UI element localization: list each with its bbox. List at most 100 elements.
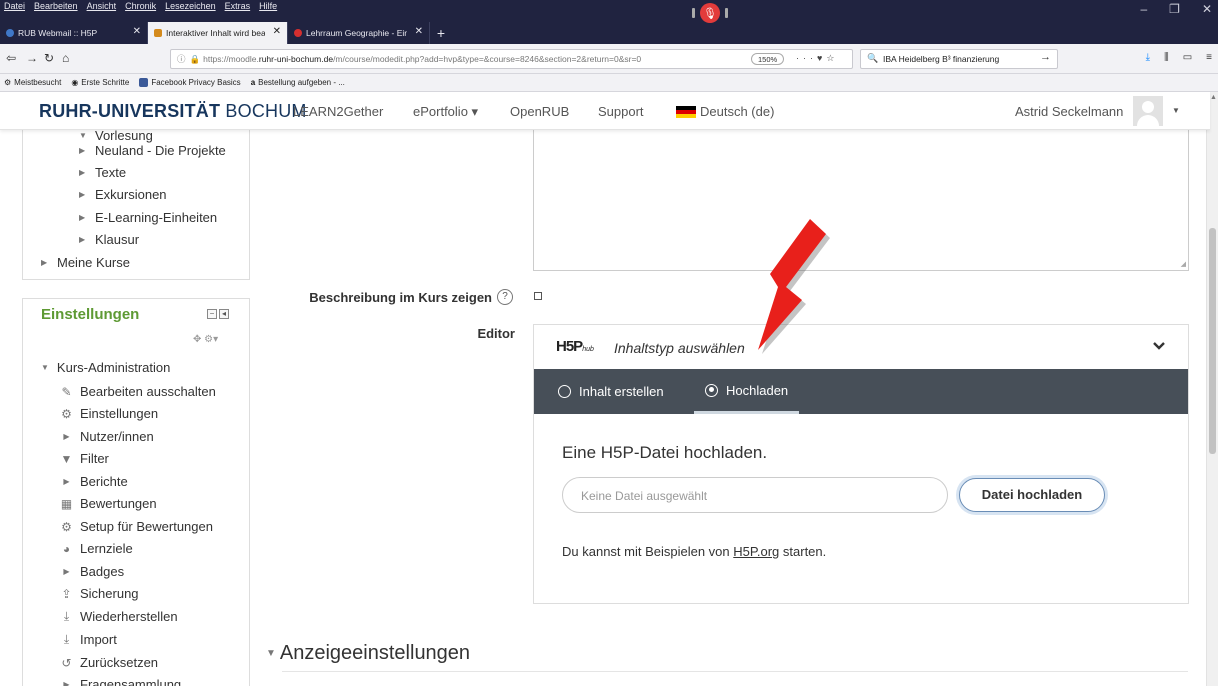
settings-item[interactable]: ▦ Bewertungen	[59, 496, 157, 511]
menu-edit[interactable]: Bearbeiten	[34, 1, 78, 15]
avatar[interactable]	[1133, 96, 1163, 126]
collapse-block-icon[interactable]: −	[207, 309, 217, 319]
tab-close-icon[interactable]: ✕	[415, 26, 423, 37]
settings-item-label: Wiederherstellen	[80, 609, 178, 624]
url-bar[interactable]: ⓘ 🔒 https://moodle. ruhr-uni-bochum.de /…	[170, 49, 853, 69]
page-scrollbar[interactable]: ▲	[1206, 92, 1218, 686]
tab-close-icon[interactable]: ✕	[133, 26, 141, 37]
info-icon[interactable]: ⓘ	[177, 53, 186, 65]
url-scheme: https://moodle.	[203, 54, 259, 64]
section-display-settings[interactable]: ▼ Anzeigeeinstellungen	[266, 642, 470, 665]
resize-grip-icon[interactable]: ◢	[1181, 260, 1186, 268]
close-window-icon[interactable]: ✕	[1202, 2, 1212, 16]
settings-item[interactable]: ⚙ Setup für Bewertungen	[59, 519, 213, 534]
search-bar[interactable]: 🔍 IBA Heidelberg B³ finanzierung	[860, 49, 1058, 69]
settings-section-kurs-admin[interactable]: ▼ Kurs-Administration	[41, 360, 170, 375]
settings-item[interactable]: ⤓ Wiederherstellen	[59, 609, 178, 624]
more-icon[interactable]: ···	[796, 53, 817, 63]
tree-item-meine-kurse[interactable]: ▶ Meine Kurse	[41, 255, 130, 270]
bookmark-star-icon[interactable]: ☆	[826, 53, 838, 63]
recording-indicator[interactable]: 🎙	[692, 3, 728, 23]
bookmark-item[interactable]: ⚙ Meistbesucht	[4, 78, 61, 87]
user-menu-caret-icon[interactable]: ▼	[1172, 106, 1180, 115]
user-name[interactable]: Astrid Seckelmann	[1015, 104, 1123, 119]
bookmark-item[interactable]: ◉ Erste Schritte	[71, 78, 129, 87]
tab-label: Hochladen	[726, 382, 789, 398]
reload-icon[interactable]: ↻	[44, 51, 54, 65]
scroll-up-icon[interactable]: ▲	[1210, 94, 1217, 101]
search-go-icon[interactable]: →	[1040, 51, 1051, 63]
microphone-icon[interactable]: 🎙	[700, 3, 720, 23]
back-icon[interactable]: ⇦	[6, 51, 16, 65]
tree-label: E-Learning-Einheiten	[95, 210, 218, 225]
menu-file[interactable]: Datei	[4, 1, 25, 15]
move-block-icon[interactable]: ✥ ⚙▾	[193, 334, 218, 345]
bookmark-item[interactable]: a Bestellung aufgeben - ...	[251, 78, 345, 87]
tree-item-neuland[interactable]: ▶ Neuland - Die Projekte	[79, 143, 226, 158]
language-menu[interactable]: Deutsch (de)	[700, 104, 774, 119]
nav-learn2gether[interactable]: LEARN2Gether	[293, 104, 383, 119]
description-textarea[interactable]: ◢	[533, 118, 1189, 271]
nav-openrub[interactable]: OpenRUB	[510, 104, 569, 119]
tree-item-exkursionen[interactable]: ▶ Exkursionen	[79, 187, 167, 202]
help-icon[interactable]: ?	[497, 289, 513, 305]
download-icon[interactable]: ⤓	[1146, 52, 1150, 63]
h5p-hub-header[interactable]: H5Phub Inhaltstyp auswählen	[534, 325, 1188, 368]
hamburger-menu-icon[interactable]: ≡	[1206, 52, 1212, 63]
new-tab-button[interactable]: +	[430, 22, 452, 44]
browser-tab[interactable]: RUB Webmail :: H5P ✕	[0, 22, 148, 44]
chevron-down-icon[interactable]	[1152, 339, 1166, 353]
settings-item[interactable]: ▶ Fragensammlung	[59, 677, 181, 686]
browser-tab[interactable]: Lehrraum Geographie - Einsen ✕	[288, 22, 430, 44]
settings-item[interactable]: ▶ Berichte	[59, 474, 127, 489]
tree-label: Neuland - Die Projekte	[95, 143, 226, 158]
settings-item-label: Bearbeiten ausschalten	[80, 384, 216, 399]
menu-history[interactable]: Chronik	[125, 1, 156, 15]
home-icon[interactable]: ⌂	[62, 51, 69, 65]
settings-item[interactable]: ◕ Lernziele	[59, 541, 133, 556]
menu-tools[interactable]: Extras	[225, 1, 251, 15]
settings-item[interactable]: ⚙ Einstellungen	[59, 406, 158, 421]
settings-item[interactable]: ↺ Zurücksetzen	[59, 655, 158, 670]
minimize-icon[interactable]: –	[1140, 2, 1147, 16]
restore-icon[interactable]: ❐	[1169, 2, 1180, 16]
forward-icon[interactable]: →	[26, 51, 38, 65]
h5p-org-link[interactable]: H5P.org	[733, 544, 779, 559]
site-logo[interactable]: RUHR-UNIVERSITÄT BOCHUM	[39, 101, 307, 122]
zoom-indicator[interactable]: 150%	[751, 53, 785, 65]
upload-heading: Eine H5P-Datei hochladen.	[562, 443, 768, 462]
tab-title: Interaktiver Inhalt wird bearbeit	[166, 28, 265, 38]
scroll-thumb[interactable]	[1209, 228, 1216, 454]
browser-tab-active[interactable]: Interaktiver Inhalt wird bearbeit ✕	[148, 22, 288, 44]
tree-item-klausur[interactable]: ▶ Klausur	[79, 232, 139, 247]
menu-view[interactable]: Ansicht	[87, 1, 117, 15]
settings-item-label: Bewertungen	[80, 496, 157, 511]
settings-item[interactable]: ✎ Bearbeiten ausschalten	[59, 384, 216, 399]
dock-block-icon[interactable]: ◂	[219, 309, 229, 319]
nav-eportfolio[interactable]: ePortfolio ▾	[413, 104, 478, 120]
bookmark-item[interactable]: Facebook Privacy Basics	[139, 78, 241, 87]
tab-create-content[interactable]: Inhalt erstellen	[558, 369, 664, 414]
tree-item-elearning[interactable]: ▶ E-Learning-Einheiten	[79, 210, 217, 225]
settings-item[interactable]: ▶ Badges	[59, 564, 124, 579]
h5p-hub-title: Inhaltstyp auswählen	[614, 340, 745, 356]
menu-help[interactable]: Hilfe	[259, 1, 277, 15]
library-icon[interactable]: ⫼	[1164, 52, 1169, 63]
tree-item-texte[interactable]: ▶ Texte	[79, 165, 126, 180]
pocket-icon[interactable]: ♥	[817, 53, 826, 63]
section-label: Kurs-Administration	[56, 360, 171, 375]
settings-item[interactable]: ⤓ Import	[59, 632, 117, 647]
upload-button[interactable]: Datei hochladen	[959, 478, 1105, 512]
menu-bookmarks[interactable]: Lesezeichen	[165, 1, 216, 15]
settings-item[interactable]: ▼ Filter	[59, 451, 109, 466]
settings-item[interactable]: ⇪ Sicherung	[59, 586, 138, 601]
settings-item[interactable]: ▶ Nutzer/innen	[59, 429, 153, 444]
upload-icon: ⇪	[61, 586, 72, 601]
file-input[interactable]: Keine Datei ausgewählt	[562, 477, 948, 513]
show-description-checkbox[interactable]	[534, 292, 542, 300]
tab-close-icon[interactable]: ✕	[273, 26, 281, 37]
nav-support[interactable]: Support	[598, 104, 644, 119]
tree-item-vorlesung[interactable]: ▼ Vorlesung	[79, 128, 153, 143]
sidebar-icon[interactable]: ▭	[1183, 52, 1192, 63]
tab-upload[interactable]: Hochladen	[694, 369, 800, 414]
